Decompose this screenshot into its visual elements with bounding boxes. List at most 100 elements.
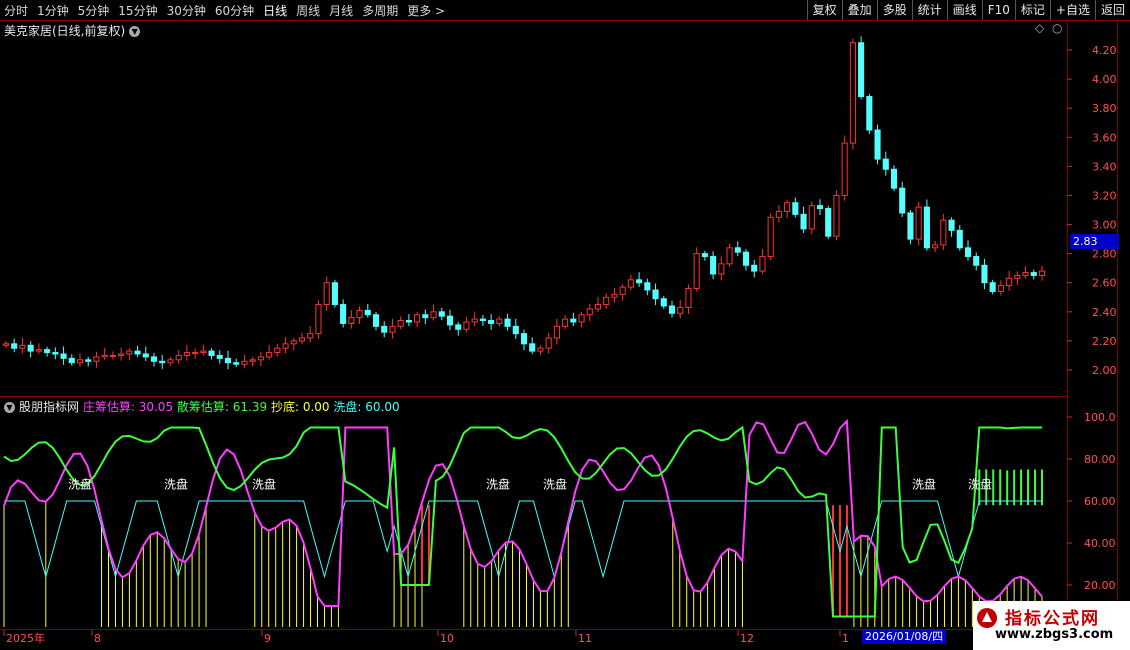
candle-body (249, 359, 256, 362)
candle-body (1014, 274, 1021, 279)
candle-body (874, 129, 881, 160)
xipan-text-label: 洗盘 (68, 476, 92, 491)
xipan-text-label: 洗盘 (486, 476, 510, 491)
price-axis-label: 2.60 (1092, 277, 1117, 290)
candle-body (2, 343, 10, 346)
candle-body (414, 314, 421, 323)
candle-body (93, 356, 100, 362)
candle-body (940, 219, 947, 246)
candle-body (718, 263, 725, 275)
price-axis-label: 3.40 (1092, 160, 1117, 173)
candle-body (619, 286, 626, 295)
candle-body (710, 256, 717, 275)
candle-body (438, 311, 445, 317)
logo-icon (977, 608, 997, 628)
candle-body (997, 285, 1004, 292)
candle-body (652, 289, 659, 300)
candle-body (85, 359, 92, 362)
candle-body (233, 362, 240, 365)
candle-body (488, 320, 495, 324)
chaodi-label: 抄底: 0.00 (270, 400, 330, 414)
candle-body (833, 194, 840, 237)
candle-body (792, 202, 799, 215)
candle-body (570, 318, 577, 323)
candle-body (446, 315, 454, 326)
indicator-axis-label: 40.00 (1084, 537, 1116, 550)
candle-body (19, 344, 26, 349)
candle-body (101, 354, 108, 358)
candle-body (471, 318, 478, 323)
watermark-title: 指标公式网 (1005, 609, 1100, 629)
price-axis-label: 4.20 (1092, 44, 1117, 57)
price-axis-label: 2.80 (1092, 248, 1117, 261)
candle-body (1030, 272, 1037, 276)
candle-body (701, 253, 708, 258)
candle-body (553, 325, 560, 339)
candle-body (520, 333, 528, 345)
xipan-label: 洗盘: 60.00 (333, 400, 400, 414)
candle-body (734, 247, 741, 253)
candle-body (504, 318, 511, 327)
candle-body (800, 213, 807, 230)
price-axis-label: 4.00 (1092, 73, 1117, 86)
candle-body (594, 304, 602, 310)
candle-body (266, 352, 273, 358)
candle-body (224, 357, 232, 364)
candle-body (364, 309, 371, 316)
candle-body (907, 212, 914, 240)
candle-body (751, 264, 758, 272)
candle-body (282, 343, 289, 349)
price-axis-label: 2.20 (1092, 335, 1117, 348)
candle-body (76, 359, 84, 364)
candle-body (479, 318, 486, 322)
time-axis-label: 9 (264, 632, 271, 645)
candle-body (668, 305, 676, 314)
time-axis-label: 8 (94, 632, 101, 645)
candle-body (932, 244, 939, 249)
candle-body (537, 347, 544, 352)
candle-body (455, 324, 462, 330)
candle-body (775, 210, 782, 218)
candle-body (331, 282, 338, 306)
chevron-down-icon[interactable]: ▼ (4, 402, 15, 413)
candle-body (767, 216, 774, 258)
candle-body (27, 344, 34, 352)
candle-body (109, 354, 116, 357)
candle-body (126, 350, 133, 355)
kline-chart[interactable]: 4.20 4.00 3.80 3.60 3.40 3.20 3.00 2.80 2.60 2.40… (0, 0, 1130, 650)
candle-body (356, 309, 363, 319)
candle-body (677, 306, 684, 314)
candle-body (660, 298, 667, 307)
candle-body (578, 314, 585, 323)
indicator-axis-label: 80.00 (1084, 453, 1116, 466)
candle-body (340, 304, 347, 324)
xipan-line (4, 500, 1042, 579)
candle-body (973, 256, 980, 266)
candle-body (784, 202, 791, 212)
candle-body (200, 350, 207, 354)
candle-body (816, 205, 824, 210)
candle-body (841, 142, 848, 196)
candle-body (849, 42, 856, 144)
indicator-name: 股朋指标网 (19, 400, 80, 414)
candle-body (397, 320, 404, 327)
candle-body (611, 293, 618, 298)
candle-body (159, 360, 166, 364)
candle-body (183, 352, 190, 356)
candle-body (142, 353, 149, 358)
candle-body (529, 343, 536, 352)
indicator-title: ▼ 股朋指标网 庄筹估算: 30.05 散筹估算: 61.39 抄底: 0.00 … (4, 398, 400, 415)
price-axis-label: 2.40 (1092, 306, 1117, 319)
candle-body (298, 337, 306, 342)
candle-body (1038, 270, 1046, 276)
candle-body (956, 229, 963, 249)
xipan-text-label: 洗盘 (164, 476, 188, 491)
price-axis-label: 3.60 (1092, 131, 1117, 144)
time-axis-label: 2025年 (6, 631, 45, 645)
candle-body (430, 311, 437, 319)
candle-body (315, 304, 322, 335)
candle-body (562, 318, 569, 327)
xipan-text-label: 洗盘 (912, 476, 936, 491)
time-axis-label: 12 (740, 632, 754, 645)
candle-body (825, 208, 832, 237)
